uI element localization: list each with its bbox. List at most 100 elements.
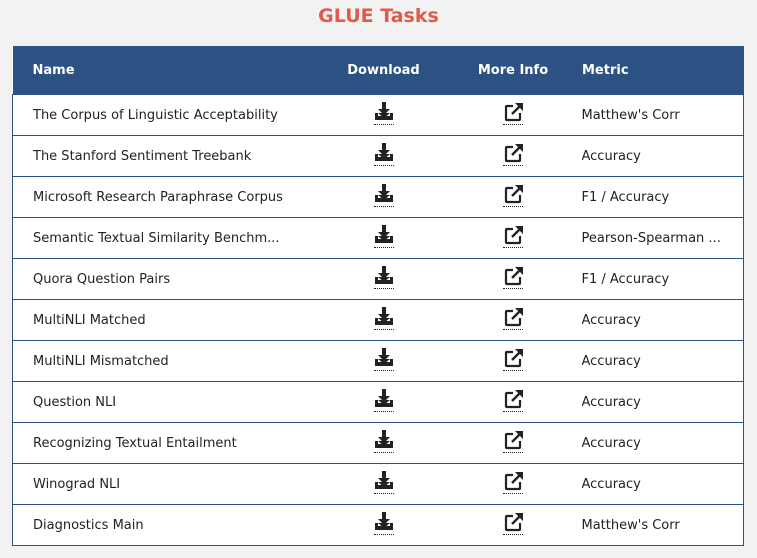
metric-cell: Accuracy [577,299,744,341]
more-info-cell [448,463,578,505]
more-info-cell [448,340,578,382]
link-underline [503,206,523,207]
download-icon [374,389,393,407]
table-row: Question NLI Accuracy [12,381,744,423]
link-underline [373,452,394,453]
metric-cell: F1 / Accuracy [577,176,744,218]
download-link[interactable] [373,388,395,412]
column-header-metric: Metric [577,46,744,95]
more-info-link[interactable] [502,142,524,166]
link-underline [373,206,394,207]
external-link-icon [504,103,523,122]
task-metric: Accuracy [581,476,641,492]
more-info-link[interactable] [502,388,524,412]
link-underline [503,329,523,330]
download-icon [374,430,393,448]
download-link[interactable] [373,183,395,207]
task-name-cell: The Stanford Sentiment Treebank [12,135,319,177]
metric-cell: Accuracy [577,381,744,423]
metric-cell: Pearson-Spearman ... [577,217,744,259]
page-title: GLUE Tasks [318,5,439,27]
download-link[interactable] [373,306,395,330]
download-cell [318,176,449,218]
link-underline [373,288,394,289]
metric-cell: Matthew's Corr [577,504,744,546]
more-info-link[interactable] [502,224,524,248]
task-name-cell: Question NLI [12,381,319,423]
task-metric: Accuracy [581,435,641,451]
more-info-cell [448,422,578,464]
table-row: The Stanford Sentiment Treebank Accuracy [12,135,744,177]
more-info-cell [448,504,578,546]
task-name-cell: Winograd NLI [12,463,319,505]
download-link[interactable] [373,470,395,494]
metric-cell: Accuracy [577,463,744,505]
download-link[interactable] [373,224,395,248]
table-row: Winograd NLI Accuracy [12,463,744,505]
external-link-icon [504,349,523,368]
task-metric: Accuracy [581,394,641,410]
link-underline [503,534,523,535]
download-link[interactable] [373,511,395,535]
download-cell [318,217,449,259]
link-underline [503,452,523,453]
more-info-link[interactable] [502,183,524,207]
external-link-icon [504,226,523,245]
more-info-link[interactable] [502,511,524,535]
download-icon [374,143,393,161]
more-info-link[interactable] [502,429,524,453]
more-info-link[interactable] [502,101,524,125]
download-icon [374,266,393,284]
download-icon [374,307,393,325]
task-name: MultiNLI Mismatched [33,353,169,369]
more-info-link[interactable] [502,265,524,289]
table-row: Microsoft Research Paraphrase Corpus F1 … [12,176,744,218]
metric-cell: Accuracy [577,135,744,177]
task-metric: Accuracy [581,353,641,369]
external-link-icon [504,390,523,409]
more-info-cell [448,258,578,300]
download-icon [374,225,393,243]
more-info-link[interactable] [502,306,524,330]
download-link[interactable] [373,429,395,453]
external-link-icon [504,308,523,327]
task-name: Quora Question Pairs [33,271,171,287]
download-link[interactable] [373,347,395,371]
task-name: MultiNLI Matched [33,312,146,328]
external-link-icon [504,144,523,163]
task-metric: F1 / Accuracy [581,189,670,205]
table-body: The Corpus of Linguistic Acceptability M… [12,94,744,546]
column-header-more-info: More Info [448,46,578,95]
task-name: Winograd NLI [33,476,121,492]
more-info-cell [448,94,578,136]
task-metric: Accuracy [581,148,641,164]
more-info-cell [448,381,578,423]
task-name: Semantic Textual Similarity Benchm... [33,230,280,246]
column-header-name: Name [12,46,319,95]
task-metric: Pearson-Spearman ... [581,230,721,246]
table-row: Diagnostics Main Matthew's Corr [12,504,744,546]
link-underline [503,124,523,125]
download-cell [318,299,449,341]
task-name: Recognizing Textual Entailment [33,435,237,451]
task-name: The Corpus of Linguistic Acceptability [33,107,278,123]
download-link[interactable] [373,265,395,289]
link-underline [503,493,523,494]
link-underline [373,370,394,371]
task-name: Question NLI [33,394,117,410]
download-link[interactable] [373,101,395,125]
task-metric: Accuracy [581,312,641,328]
task-name-cell: Microsoft Research Paraphrase Corpus [12,176,319,218]
more-info-cell [448,135,578,177]
more-info-link[interactable] [502,470,524,494]
external-link-icon [504,472,523,491]
link-underline [373,165,394,166]
metric-cell: Matthew's Corr [577,94,744,136]
task-name-cell: The Corpus of Linguistic Acceptability [12,94,319,136]
table-row: Semantic Textual Similarity Benchm... Pe… [12,217,744,259]
download-link[interactable] [373,142,395,166]
more-info-link[interactable] [502,347,524,371]
download-cell [318,422,449,464]
task-metric: F1 / Accuracy [581,271,670,287]
more-info-cell [448,299,578,341]
